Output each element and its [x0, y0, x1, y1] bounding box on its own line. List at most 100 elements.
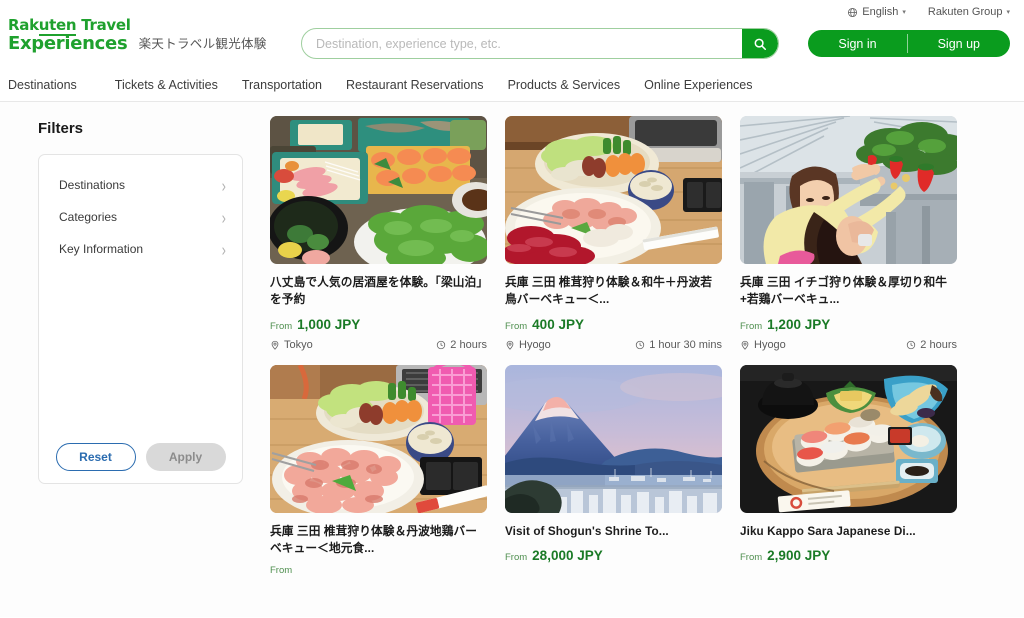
clock-icon — [907, 340, 916, 349]
card-image-bbq-chicken[interactable] — [270, 364, 487, 513]
card-title: 兵庫 三田 椎茸狩り体験＆和牛＋丹波若鳥バーベキュー＜... — [505, 276, 713, 307]
nav-item-tickets-activities[interactable]: Tickets & Activities — [115, 78, 242, 92]
card-title: 兵庫 三田 椎茸狩り体験＆丹波地鶏バーベキュー＜地元食... — [270, 524, 478, 555]
card-image-mount-fuji[interactable] — [505, 364, 722, 513]
filter-label: Key Information — [59, 242, 144, 256]
location-pin-icon — [506, 340, 514, 350]
search-icon — [754, 38, 767, 50]
card-price: From 400 JPY — [505, 317, 722, 332]
chevron-right-icon: › — [221, 206, 226, 228]
card-location: Hyogo — [505, 339, 551, 351]
nav-item-transportation[interactable]: Transportation — [242, 78, 346, 92]
sign-up-button[interactable]: Sign up — [908, 30, 1010, 57]
apply-button[interactable]: Apply — [145, 443, 226, 471]
card-duration: 2 hours — [906, 339, 957, 351]
duration-label: 2 hours — [920, 338, 957, 351]
rakuten-group-selector[interactable]: Rakuten Group ▾ — [928, 6, 1010, 18]
card-price: From — [270, 565, 487, 576]
price-from-label: From — [270, 320, 293, 332]
card-image-strawberry-picking[interactable] — [740, 116, 957, 264]
price-from-label: From — [270, 565, 293, 577]
price-value: 28,000 JPY — [532, 547, 603, 563]
filter-destinations[interactable]: Destinations › — [39, 169, 242, 201]
filter-key-information[interactable]: Key Information › — [39, 233, 242, 265]
duration-label: 2 hours — [450, 338, 487, 351]
card-image-izakaya[interactable] — [270, 116, 487, 264]
filter-label: Destinations — [59, 178, 126, 192]
clock-icon — [636, 340, 645, 349]
bbq-raw-meat-vegetables-table-image — [505, 116, 722, 264]
nav-item-online-experiences[interactable]: Online Experiences — [644, 78, 776, 92]
price-value: 400 JPY — [532, 316, 584, 332]
card-title: 兵庫 三田 イチゴ狩り体験＆厚切り和牛+若鶏バーベキュ... — [740, 276, 948, 307]
experience-card[interactable]: 兵庫 三田 椎茸狩り体験＆丹波地鶏バーベキュー＜地元食... From — [270, 364, 487, 576]
price-from-label: From — [740, 320, 763, 332]
duration-label: 1 hour 30 mins — [649, 338, 722, 351]
card-location: Hyogo — [740, 339, 786, 351]
card-meta: Tokyo 2 hours — [270, 339, 487, 351]
chevron-right-icon: › — [221, 174, 226, 196]
results-area: 八丈島で人気の居酒屋を体験。「梁山泊」を予約 From 1,000 JPY To… — [268, 102, 1024, 617]
card-title: Jiku Kappo Sara Japanese Di... — [740, 524, 916, 538]
nav-item-restaurant-reservations[interactable]: Restaurant Reservations — [346, 78, 508, 92]
search-bar[interactable] — [301, 28, 779, 59]
rakuten-group-label: Rakuten Group — [927, 6, 1003, 18]
filters-panel: Destinations › Categories › Key Informat… — [38, 154, 243, 484]
reset-button[interactable]: Reset — [55, 443, 136, 471]
clock-icon — [437, 340, 446, 349]
logo-line-2: Experiences — [8, 33, 128, 54]
card-title: Visit of Shogun's Shrine To... — [505, 524, 669, 538]
search-input[interactable] — [302, 29, 742, 58]
experience-card[interactable]: 兵庫 三田 イチゴ狩り体験＆厚切り和牛+若鶏バーベキュ... From 1,20… — [740, 116, 957, 351]
izakaya-sashimi-sushi-platter-image — [270, 116, 487, 264]
price-from-label: From — [740, 551, 763, 563]
language-label: English — [862, 6, 899, 18]
search-button[interactable] — [742, 29, 778, 58]
card-image-bbq-wagyu[interactable] — [505, 116, 722, 264]
filter-categories[interactable]: Categories › — [39, 201, 242, 233]
location-label: Hyogo — [519, 338, 551, 351]
chevron-down-icon: ▾ — [902, 9, 906, 16]
chevron-right-icon: › — [221, 238, 226, 260]
price-value: 1,200 JPY — [767, 316, 831, 332]
experience-card[interactable]: 八丈島で人気の居酒屋を体験。「梁山泊」を予約 From 1,000 JPY To… — [270, 116, 487, 351]
nav-item-products-services[interactable]: Products & Services — [508, 78, 645, 92]
logo-text: Rakuten Travel Experiences — [8, 16, 131, 54]
card-duration: 1 hour 30 mins — [635, 339, 722, 351]
location-label: Tokyo — [284, 338, 313, 351]
sushi-tray-kaiseki-set-image — [740, 364, 957, 513]
experience-card[interactable]: 兵庫 三田 椎茸狩り体験＆和牛＋丹波若鳥バーベキュー＜... From 400 … — [505, 116, 722, 351]
language-selector[interactable]: English ▾ — [847, 6, 906, 18]
logo-japanese-subtitle: 楽天トラベル観光体験 — [138, 37, 267, 51]
card-title: 八丈島で人気の居酒屋を体験。「梁山泊」を予約 — [270, 276, 483, 307]
nav-item-destinations[interactable]: Destinations — [8, 78, 115, 92]
price-value: 1,000 JPY — [297, 316, 361, 332]
card-price: From 1,200 JPY — [740, 317, 957, 332]
card-price: From 1,000 JPY — [270, 317, 487, 332]
sign-in-button[interactable]: Sign in — [808, 30, 906, 57]
card-price: From 2,900 JPY — [740, 548, 957, 563]
globe-icon — [848, 7, 858, 17]
header-utilities: English ▾ Rakuten Group ▾ — [847, 6, 1010, 18]
price-from-label: From — [505, 320, 528, 332]
card-meta: Hyogo 1 hour 30 mins — [505, 339, 722, 351]
filters-title: Filters — [38, 120, 84, 137]
card-image-sushi-tray[interactable] — [740, 364, 957, 513]
location-pin-icon — [741, 340, 749, 350]
price-value: 2,900 JPY — [767, 547, 831, 563]
card-meta: Hyogo 2 hours — [740, 339, 957, 351]
price-from-label: From — [505, 551, 528, 563]
experience-card[interactable]: Visit of Shogun's Shrine To... From 28,0… — [505, 364, 722, 577]
page-body: Filters Destinations › Categories › Key … — [0, 102, 1024, 617]
site-logo[interactable]: Rakuten Travel Experiences 楽天トラベル観光体験 — [8, 16, 267, 54]
location-label: Hyogo — [754, 338, 786, 351]
mount-fuji-twilight-bay-image — [505, 364, 722, 513]
strawberry-picking-greenhouse-image — [740, 116, 957, 264]
experience-card[interactable]: Jiku Kappo Sara Japanese Di... From 2,90… — [740, 364, 957, 577]
logo-line-1: Rakuten Travel — [8, 16, 131, 36]
site-header: Rakuten Travel Experiences 楽天トラベル観光体験 En… — [0, 0, 1024, 68]
results-grid: 八丈島で人気の居酒屋を体験。「梁山泊」を予約 From 1,000 JPY To… — [270, 116, 984, 576]
filter-label: Categories — [59, 210, 118, 224]
card-location: Tokyo — [270, 339, 313, 351]
filters-sidebar: Filters Destinations › Categories › Key … — [0, 102, 268, 617]
